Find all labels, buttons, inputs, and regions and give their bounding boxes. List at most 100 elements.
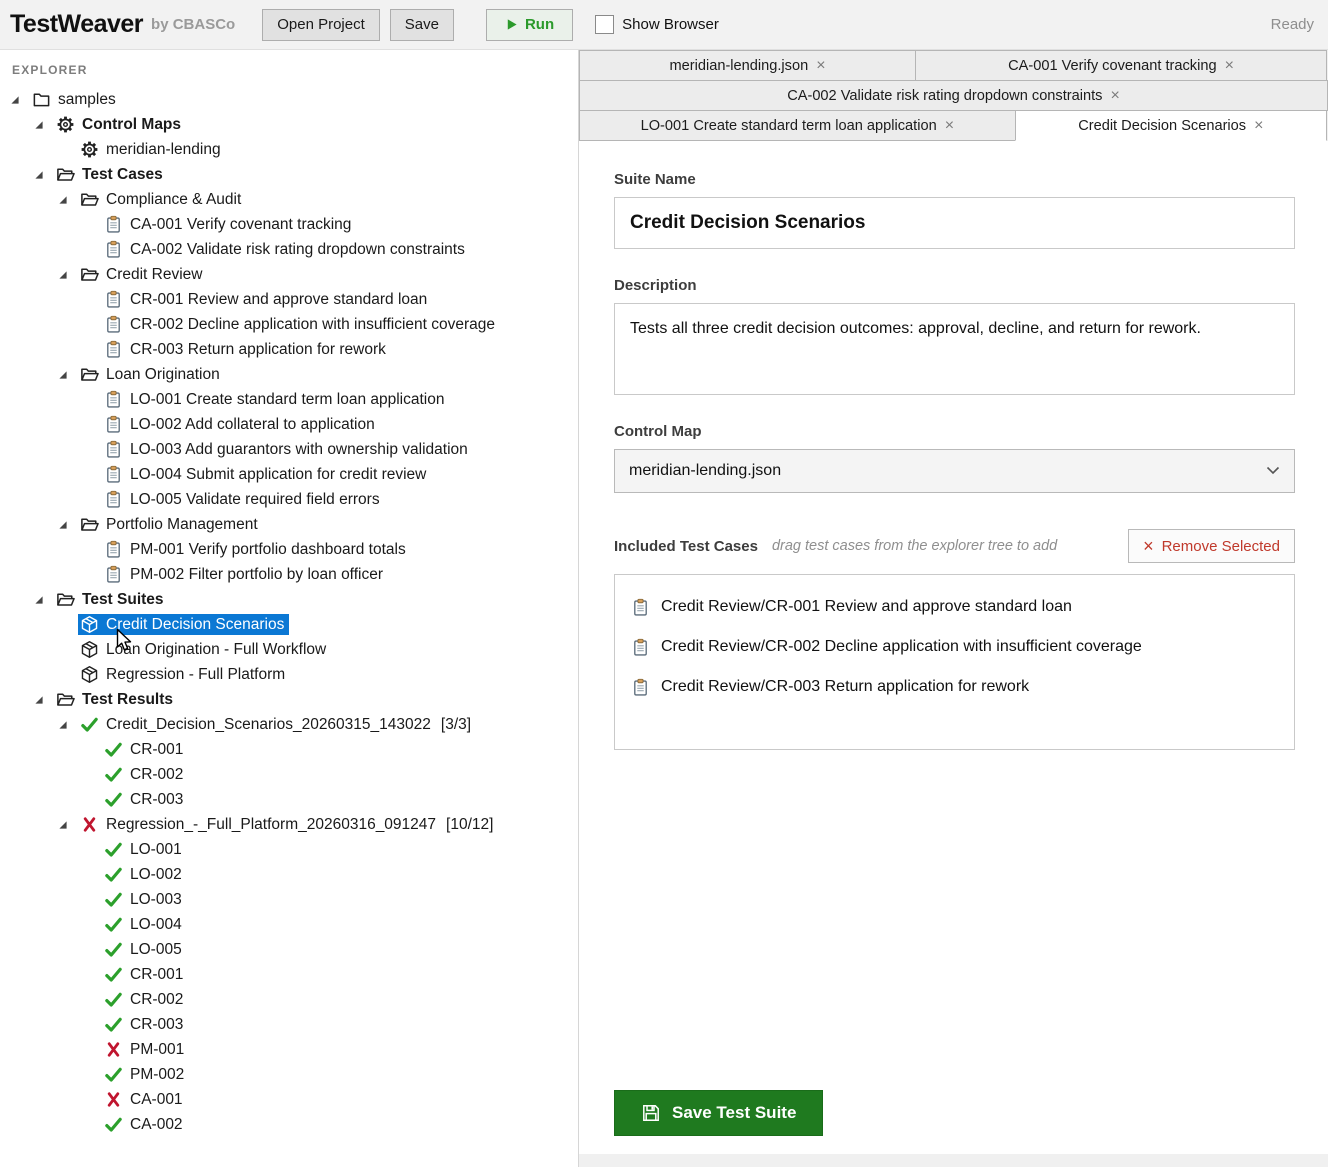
editor-tab[interactable]: meridian-lending.json × bbox=[579, 50, 916, 81]
tree-item[interactable]: LO-002 bbox=[0, 862, 578, 887]
tree-expander-icon[interactable] bbox=[34, 695, 54, 705]
tree-item-label: PM-001 bbox=[130, 1041, 184, 1059]
tree-item[interactable]: LO-001 bbox=[0, 837, 578, 862]
tree-item-label: CR-002 bbox=[130, 991, 183, 1009]
tree-item[interactable]: Control Maps bbox=[0, 112, 578, 137]
test-case-icon bbox=[104, 565, 123, 584]
editor-tab[interactable]: CA-001 Verify covenant tracking× bbox=[915, 50, 1327, 81]
tree-item[interactable]: CR-001 bbox=[0, 962, 578, 987]
tree-item-label: CA-002 bbox=[130, 1116, 183, 1134]
control-map-select[interactable]: meridian-lending.json bbox=[614, 449, 1295, 493]
tab-close-icon[interactable]: × bbox=[945, 118, 954, 134]
tree-item[interactable]: Portfolio Management bbox=[0, 512, 578, 537]
tree-item[interactable]: Credit Review bbox=[0, 262, 578, 287]
tree-item[interactable]: PM-001 Verify portfolio dashboard totals bbox=[0, 537, 578, 562]
tree-item[interactable]: Regression - Full Platform bbox=[0, 662, 578, 687]
test-case-icon bbox=[631, 678, 650, 697]
tree-item[interactable]: PM-002 bbox=[0, 1062, 578, 1087]
tree-expander-icon[interactable] bbox=[34, 170, 54, 180]
tree-item[interactable]: LO-002 Add collateral to application bbox=[0, 412, 578, 437]
tree-item[interactable]: CR-001 Review and approve standard loan bbox=[0, 287, 578, 312]
tree-expander-icon[interactable] bbox=[58, 820, 78, 830]
tree-item[interactable]: Credit_Decision_Scenarios_20260315_14302… bbox=[0, 712, 578, 737]
tree-item-label: CR-003 bbox=[130, 791, 183, 809]
show-browser-label: Show Browser bbox=[622, 16, 719, 33]
tree-item[interactable]: CA-002 bbox=[0, 1112, 578, 1137]
tree-item[interactable]: CR-002 bbox=[0, 987, 578, 1012]
tree-item[interactable]: LO-003 bbox=[0, 887, 578, 912]
tree-item[interactable]: Credit Decision Scenarios bbox=[0, 612, 578, 637]
tree-expander-icon[interactable] bbox=[58, 720, 78, 730]
tree-item[interactable]: Test Results bbox=[0, 687, 578, 712]
tree-item[interactable]: CR-002 bbox=[0, 762, 578, 787]
tree-item[interactable]: LO-004 bbox=[0, 912, 578, 937]
tree-item[interactable]: CR-003 Return application for rework bbox=[0, 337, 578, 362]
tree-item-label: LO-003 Add guarantors with ownership val… bbox=[130, 441, 468, 459]
tree-item[interactable]: PM-001 bbox=[0, 1037, 578, 1062]
included-cases-list[interactable]: Credit Review/CR-001 Review and approve … bbox=[614, 574, 1295, 750]
tree-item[interactable]: LO-001 Create standard term loan applica… bbox=[0, 387, 578, 412]
tree-item[interactable]: Test Suites bbox=[0, 587, 578, 612]
editor-tab[interactable]: CA-002 Validate risk rating dropdown con… bbox=[579, 80, 1328, 111]
tree-item[interactable]: meridian-lending bbox=[0, 137, 578, 162]
tree-item[interactable]: CR-003 bbox=[0, 787, 578, 812]
description-label: Description bbox=[614, 277, 1295, 294]
suite-name-input[interactable] bbox=[614, 197, 1295, 249]
tree-item[interactable]: CR-003 bbox=[0, 1012, 578, 1037]
tree-item[interactable]: Test Cases bbox=[0, 162, 578, 187]
remove-selected-label: Remove Selected bbox=[1162, 538, 1280, 555]
included-case-item[interactable]: Credit Review/CR-002 Decline application… bbox=[615, 627, 1294, 667]
tree-item[interactable]: Compliance & Audit bbox=[0, 187, 578, 212]
included-case-label: Credit Review/CR-001 Review and approve … bbox=[661, 598, 1072, 616]
test-case-icon bbox=[104, 290, 123, 309]
tab-close-icon[interactable]: × bbox=[1110, 88, 1119, 104]
tree-item[interactable]: CA-002 Validate risk rating dropdown con… bbox=[0, 237, 578, 262]
open-project-button[interactable]: Open Project bbox=[262, 9, 380, 41]
tree-item[interactable]: Regression_-_Full_Platform_20260316_0912… bbox=[0, 812, 578, 837]
save-test-suite-button[interactable]: Save Test Suite bbox=[614, 1090, 823, 1136]
remove-selected-button[interactable]: × Remove Selected bbox=[1128, 529, 1295, 563]
tree-item-label: Test Suites bbox=[82, 591, 164, 609]
save-button[interactable]: Save bbox=[390, 9, 454, 41]
tab-close-icon[interactable]: × bbox=[1225, 58, 1234, 74]
main-split: EXPLORER samplesControl Mapsmeridian-len… bbox=[0, 50, 1328, 1167]
tree-expander-icon[interactable] bbox=[58, 195, 78, 205]
tree-item[interactable]: Loan Origination bbox=[0, 362, 578, 387]
tree-item-label: LO-004 bbox=[130, 916, 182, 934]
editor-tab[interactable]: Credit Decision Scenarios× bbox=[1015, 110, 1327, 141]
included-cases-hint: drag test cases from the explorer tree t… bbox=[772, 538, 1057, 554]
tree-expander-icon[interactable] bbox=[10, 95, 30, 105]
included-case-item[interactable]: Credit Review/CR-001 Review and approve … bbox=[615, 587, 1294, 627]
tree-expander-icon[interactable] bbox=[58, 270, 78, 280]
app-title: TestWeaver bbox=[10, 10, 143, 39]
pass-check-icon bbox=[104, 765, 123, 784]
tab-label: meridian-lending.json bbox=[669, 58, 808, 74]
suite-box-icon bbox=[80, 665, 99, 684]
tab-close-icon[interactable]: × bbox=[816, 58, 825, 74]
tab-close-icon[interactable]: × bbox=[1254, 118, 1263, 134]
show-browser-checkbox-group[interactable]: Show Browser bbox=[595, 15, 719, 34]
included-cases-header: Included Test Cases drag test cases from… bbox=[614, 529, 1295, 563]
test-case-icon bbox=[104, 390, 123, 409]
tree-item[interactable]: CR-001 bbox=[0, 737, 578, 762]
tree-expander-icon[interactable] bbox=[58, 520, 78, 530]
run-button[interactable]: Run bbox=[486, 9, 573, 41]
show-browser-checkbox[interactable] bbox=[595, 15, 614, 34]
editor-tab[interactable]: LO-001 Create standard term loan applica… bbox=[579, 110, 1016, 141]
tree-item[interactable]: CR-002 Decline application with insuffic… bbox=[0, 312, 578, 337]
tree-item[interactable]: LO-005 bbox=[0, 937, 578, 962]
tree-item[interactable]: LO-004 Submit application for credit rev… bbox=[0, 462, 578, 487]
tree-expander-icon[interactable] bbox=[34, 595, 54, 605]
tree-item[interactable]: PM-002 Filter portfolio by loan officer bbox=[0, 562, 578, 587]
tree-item[interactable]: samples bbox=[0, 87, 578, 112]
tree-item-label: Test Cases bbox=[82, 166, 163, 184]
tree-item[interactable]: Loan Origination - Full Workflow bbox=[0, 637, 578, 662]
tree-item[interactable]: CA-001 bbox=[0, 1087, 578, 1112]
tree-item[interactable]: LO-003 Add guarantors with ownership val… bbox=[0, 437, 578, 462]
tree-item[interactable]: LO-005 Validate required field errors bbox=[0, 487, 578, 512]
description-textarea[interactable] bbox=[614, 303, 1295, 395]
tree-item[interactable]: CA-001 Verify covenant tracking bbox=[0, 212, 578, 237]
included-case-item[interactable]: Credit Review/CR-003 Return application … bbox=[615, 667, 1294, 707]
tree-expander-icon[interactable] bbox=[58, 370, 78, 380]
tree-expander-icon[interactable] bbox=[34, 120, 54, 130]
